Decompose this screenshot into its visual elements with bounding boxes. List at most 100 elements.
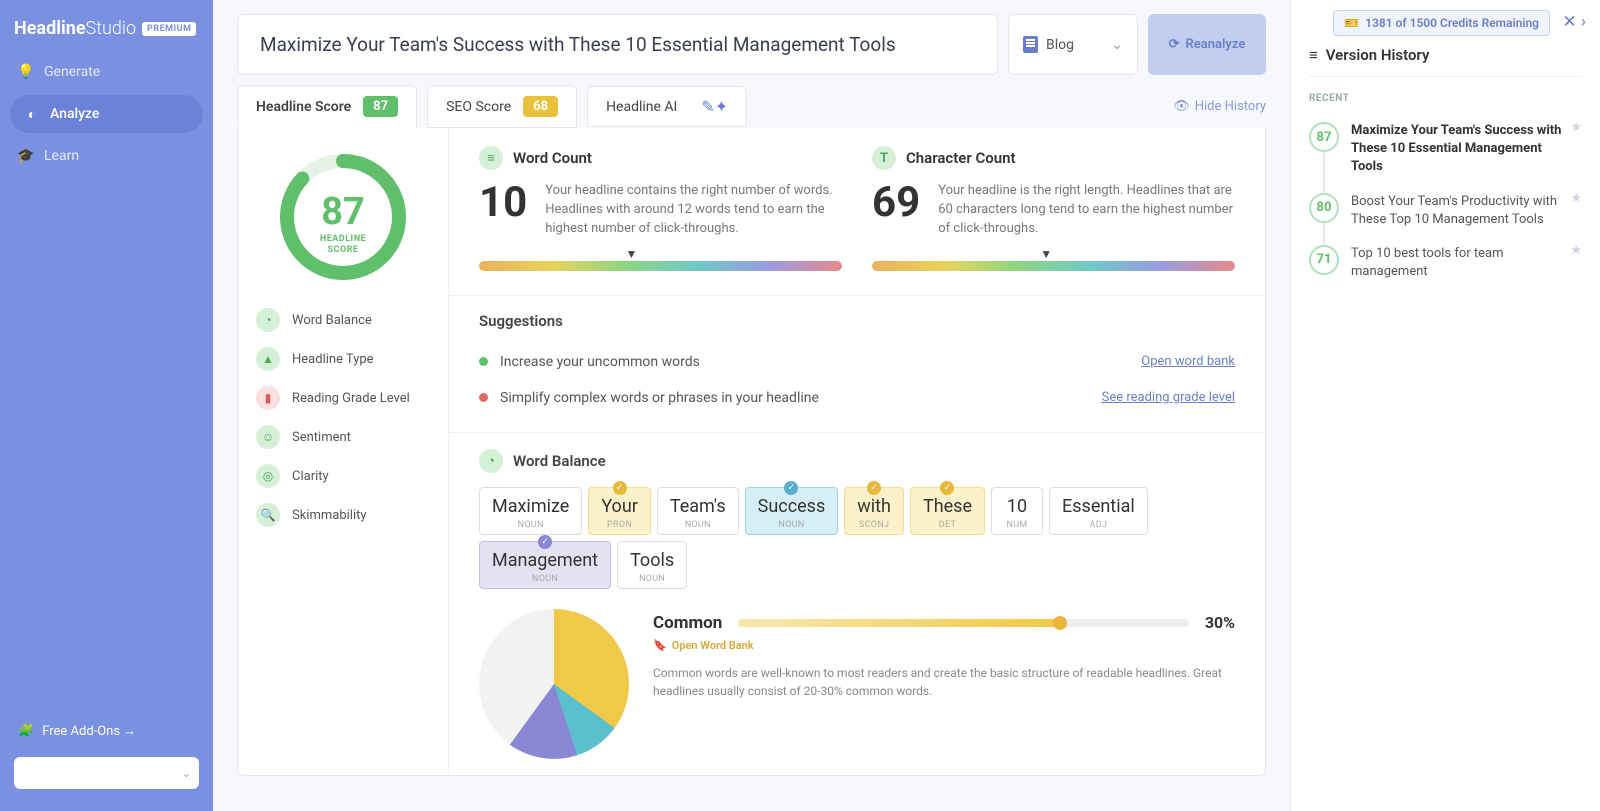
metric-skimmability[interactable]: 🔍Skimmability xyxy=(256,503,430,527)
nav-analyze[interactable]: ◐ Analyze xyxy=(10,95,203,133)
word-count-bar: ▼ xyxy=(479,261,842,271)
open-word-bank-button[interactable]: 🔖Open Word Bank xyxy=(653,639,1235,652)
reanalyze-button[interactable]: ⟳ Reanalyze xyxy=(1148,14,1266,75)
tab-headline-score[interactable]: Headline Score 87 xyxy=(237,85,417,128)
metric-word-balance[interactable]: ◔Word Balance xyxy=(256,308,430,332)
word-chip[interactable]: Team'sNOUN xyxy=(657,487,739,535)
nav-analyze-label: Analyze xyxy=(50,106,99,122)
content-type-select[interactable]: Blog ⌄ xyxy=(1008,14,1138,75)
tools-icon[interactable]: ✕ › xyxy=(1562,12,1586,32)
word-chip[interactable]: ToolsNOUN xyxy=(617,541,687,589)
nav-generate-label: Generate xyxy=(44,64,100,80)
logo: HeadlineStudio PREMIUM xyxy=(0,10,213,53)
check-icon: ✓ xyxy=(613,481,627,495)
refresh-icon: ⟳ xyxy=(1169,37,1180,52)
book-icon: ▮ xyxy=(256,386,280,410)
metric-headline-type[interactable]: ▲Headline Type xyxy=(256,347,430,371)
tab-seo-pill: 68 xyxy=(523,96,558,117)
word-chip[interactable]: 10NUM xyxy=(991,487,1043,535)
word-balance-pie xyxy=(479,609,629,759)
tab-seo-label: SEO Score xyxy=(446,99,511,115)
gauge-icon: ◐ xyxy=(24,106,40,122)
ticket-icon: 🎫 xyxy=(1344,16,1359,30)
target-icon: ◎ xyxy=(256,464,280,488)
pie-icon: ◔ xyxy=(479,449,503,473)
content: Maximize Your Team's Success with These … xyxy=(213,0,1290,811)
char-count-marker: ▼ xyxy=(1040,247,1052,261)
recent-label: RECENT xyxy=(1309,93,1582,104)
char-count-icon: T xyxy=(872,146,896,170)
premium-badge: PREMIUM xyxy=(142,22,196,36)
word-count-marker: ▼ xyxy=(626,247,638,261)
free-addons-link[interactable]: 🧩 Free Add-Ons → xyxy=(14,713,199,749)
tab-headline-pill: 87 xyxy=(363,96,398,117)
word-balance-section: ◔ Word Balance MaximizeNOUN✓YourPRONTeam'… xyxy=(449,432,1265,775)
hide-history-link[interactable]: 👁 Hide History xyxy=(1173,99,1266,114)
metric-clarity[interactable]: ◎Clarity xyxy=(256,464,430,488)
word-chips-row: MaximizeNOUN✓YourPRONTeam'sNOUN✓SuccessN… xyxy=(479,487,1235,589)
history-item[interactable]: 71 Top 10 best tools for team management★ xyxy=(1309,237,1582,289)
metric-sentiment[interactable]: ☺Sentiment xyxy=(256,425,430,449)
suggestions-section: Suggestions Increase your uncommon words… xyxy=(449,295,1265,432)
word-chip[interactable]: ✓ManagementNOUN xyxy=(479,541,611,589)
common-pct: 30% xyxy=(1205,613,1235,632)
word-chip[interactable]: ✓withSCONJ xyxy=(844,487,904,535)
check-icon: ✓ xyxy=(784,481,798,495)
star-icon[interactable]: ★ xyxy=(1570,191,1582,206)
word-count-icon: ≡ xyxy=(479,146,503,170)
nav-generate[interactable]: 💡 Generate xyxy=(0,53,213,91)
word-chip[interactable]: EssentialADJ xyxy=(1049,487,1148,535)
word-chip[interactable]: ✓SuccessNOUN xyxy=(745,487,839,535)
history-text: Boost Your Team's Productivity with Thes… xyxy=(1351,193,1582,229)
tab-seo-score[interactable]: SEO Score 68 xyxy=(427,85,577,128)
tab-headline-label: Headline Score xyxy=(256,99,351,115)
history-score: 87 xyxy=(1309,122,1339,152)
check-icon: ✓ xyxy=(867,481,881,495)
open-word-bank-link[interactable]: Open word bank xyxy=(1141,354,1235,369)
graduation-icon: 🎓 xyxy=(18,148,34,164)
char-count-block: TCharacter Count 69 Your headline is the… xyxy=(872,146,1235,271)
metric-reading-grade[interactable]: ▮Reading Grade Level xyxy=(256,386,430,410)
credits-badge[interactable]: 🎫1381 of 1500 Credits Remaining xyxy=(1333,10,1550,36)
word-count-desc: Your headline contains the right number … xyxy=(545,182,842,239)
history-text: Top 10 best tools for team management xyxy=(1351,245,1582,281)
headline-score-gauge: 87 HEADLINESCORE xyxy=(278,152,408,282)
history-score: 71 xyxy=(1309,245,1339,275)
shapes-icon: ▲ xyxy=(256,347,280,371)
chevron-down-icon: ⌄ xyxy=(182,767,191,780)
word-balance-title: Word Balance xyxy=(513,452,606,470)
dot-icon xyxy=(479,357,488,366)
common-title: Common xyxy=(653,613,722,633)
hide-history-label: Hide History xyxy=(1195,99,1266,114)
version-history-title: ≡Version History xyxy=(1309,46,1582,77)
reanalyze-label: Reanalyze xyxy=(1186,37,1246,52)
history-item[interactable]: 87 Maximize Your Team's Success with Thes… xyxy=(1309,114,1582,185)
common-bar xyxy=(738,619,1189,627)
nav-learn[interactable]: 🎓 Learn xyxy=(0,137,213,175)
common-desc: Common words are well-known to most read… xyxy=(653,664,1235,700)
lightbulb-icon: 💡 xyxy=(18,64,34,80)
check-icon: ✓ xyxy=(538,535,552,549)
word-chip[interactable]: MaximizeNOUN xyxy=(479,487,582,535)
tab-headline-ai[interactable]: Headline AI ✎✦ xyxy=(587,86,747,127)
pie-icon: ◔ xyxy=(256,308,280,332)
eye-icon: 👁 xyxy=(1173,99,1190,114)
word-chip[interactable]: ✓YourPRON xyxy=(588,487,651,535)
bookmark-icon: 🔖 xyxy=(653,639,667,652)
star-icon[interactable]: ★ xyxy=(1570,243,1582,258)
history-item[interactable]: 80Boost Your Team's Productivity with Th… xyxy=(1309,185,1582,237)
tab-ai-label: Headline AI xyxy=(606,99,677,115)
headline-input[interactable]: Maximize Your Team's Success with These … xyxy=(237,14,998,75)
star-icon[interactable]: ★ xyxy=(1570,120,1582,135)
puzzle-icon: 🧩 xyxy=(18,724,34,739)
reading-grade-link[interactable]: See reading grade level xyxy=(1102,390,1235,405)
chevron-down-icon: ⌄ xyxy=(1111,37,1123,53)
char-count-value: 69 xyxy=(872,182,920,224)
history-list: 87 Maximize Your Team's Success with Thes… xyxy=(1309,114,1582,289)
history-text: Maximize Your Team's Success with These … xyxy=(1351,122,1582,177)
user-menu[interactable]: ⌄ xyxy=(14,757,199,789)
word-chip[interactable]: ✓TheseDET xyxy=(910,487,985,535)
char-count-bar: ▼ xyxy=(872,261,1235,271)
layers-icon: ≡ xyxy=(1309,46,1318,64)
smile-icon: ☺ xyxy=(256,425,280,449)
